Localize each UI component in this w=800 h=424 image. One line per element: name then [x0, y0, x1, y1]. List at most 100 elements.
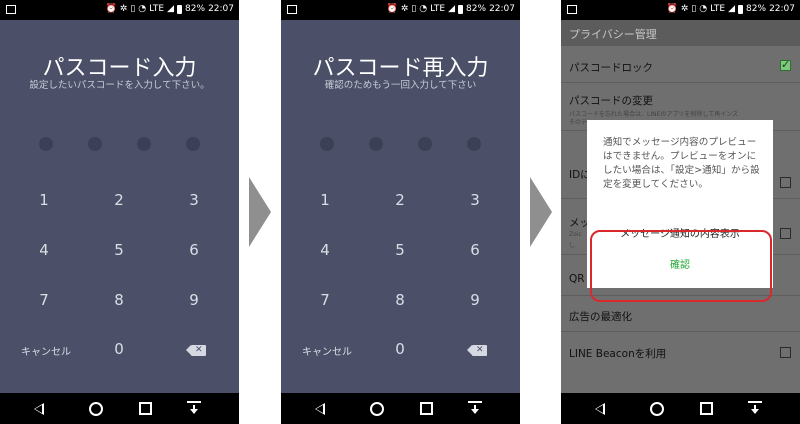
- passcode-dot: [88, 137, 102, 151]
- signal-icon: ◢: [728, 4, 736, 14]
- signal-icon: ◢: [448, 4, 456, 14]
- step-arrow-icon: [530, 177, 552, 247]
- passcode-screen: パスコード入力 設定したいパスコードを入力して下さい。 1 2 3 4 5 6 …: [0, 20, 239, 393]
- key-5[interactable]: 5: [94, 241, 144, 259]
- status-bar: ⏰ ✲ ▯ ◔ LTE ◢ 82% 22:07: [281, 0, 520, 20]
- status-bar: ⏰ ✲ ▯ ◔ LTE ◢ 82% 22:07: [561, 0, 800, 20]
- divider: [561, 331, 800, 332]
- wifi-icon: ◔: [138, 4, 147, 14]
- key-8[interactable]: 8: [375, 291, 425, 309]
- cancel-button[interactable]: キャンセル: [292, 343, 362, 358]
- passcode-lock-checkbox[interactable]: [780, 58, 791, 71]
- navigation-bar: [0, 393, 239, 424]
- message-setting-description: Zoic: [569, 231, 582, 238]
- divider: [561, 82, 800, 83]
- backspace-icon[interactable]: ✕: [467, 345, 487, 356]
- qr-setting-label[interactable]: QR: [569, 273, 585, 285]
- dialog-message: 通知でメッセージ内容のプレビューはできません。プレビューをオンにしたい場合は、「…: [603, 137, 760, 190]
- battery-percent: 82%: [746, 4, 767, 14]
- line-beacon-checkbox[interactable]: [780, 347, 791, 358]
- key-9[interactable]: 9: [450, 291, 500, 309]
- alarm-icon: ⏰: [386, 4, 398, 14]
- ad-optimization-label[interactable]: 広告の最適化: [569, 309, 632, 324]
- key-3[interactable]: 3: [450, 191, 500, 209]
- settings-notification-icon: ✲: [680, 4, 689, 14]
- recent-apps-icon[interactable]: [139, 402, 152, 415]
- privacy-settings-screen: プライバシー管理 パスコードロック パスコードの変更 パスコードを忘れた場合は、…: [561, 20, 800, 393]
- page-subtitle: 確認のためもう一回入力して下さい: [324, 80, 477, 91]
- lte-label: LTE: [430, 4, 446, 14]
- wifi-icon: ◔: [419, 4, 428, 14]
- wifi-icon: ◔: [699, 4, 708, 14]
- settings-notification-icon: ✲: [400, 4, 409, 14]
- key-4[interactable]: 4: [300, 241, 350, 259]
- alarm-icon: ⏰: [666, 4, 678, 14]
- back-icon[interactable]: [315, 403, 325, 415]
- message-setting-checkbox[interactable]: [780, 228, 791, 239]
- highlight-annotation-box: [590, 230, 772, 302]
- key-2[interactable]: 2: [375, 191, 425, 209]
- key-7[interactable]: 7: [19, 291, 69, 309]
- passcode-screen: パスコード再入力 確認のためもう一回入力して下さい 1 2 3 4 5 6 7 …: [281, 20, 520, 393]
- vibrate-icon: ▯: [411, 4, 417, 14]
- page-subtitle: 設定したいパスコードを入力して下さい。: [29, 80, 210, 91]
- vibrate-icon: ▯: [691, 4, 697, 14]
- passcode-lock-label[interactable]: パスコードロック: [569, 60, 653, 75]
- passcode-dot: [369, 137, 383, 151]
- navigation-bar: [281, 393, 520, 424]
- passcode-dot: [186, 137, 200, 151]
- passcode-change-label[interactable]: パスコードの変更: [569, 93, 653, 108]
- clock: 22:07: [208, 4, 234, 14]
- key-4[interactable]: 4: [19, 241, 69, 259]
- phone-screen-passcode-reentry: ⏰ ✲ ▯ ◔ LTE ◢ 82% 22:07 パスコード再入力 確認のためもう…: [281, 0, 520, 424]
- recent-apps-icon[interactable]: [700, 402, 713, 415]
- gallery-notification-icon: [287, 5, 297, 14]
- backspace-icon[interactable]: ✕: [186, 345, 206, 356]
- passcode-dot: [137, 137, 151, 151]
- key-8[interactable]: 8: [94, 291, 144, 309]
- message-setting-description-2: し: [569, 242, 576, 249]
- passcode-dots: [281, 137, 520, 151]
- phone-screen-passcode-entry: ⏰ ✲ ▯ ◔ LTE ◢ 82% 22:07 パスコード入力 設定したいパスコ…: [0, 0, 239, 424]
- recent-apps-icon[interactable]: [420, 402, 433, 415]
- gallery-notification-icon: [567, 5, 577, 14]
- lte-label: LTE: [149, 4, 165, 14]
- settings-header: プライバシー管理: [561, 20, 800, 46]
- back-icon[interactable]: [595, 403, 605, 415]
- key-6[interactable]: 6: [450, 241, 500, 259]
- gallery-notification-icon: [6, 5, 16, 14]
- home-icon[interactable]: [89, 402, 103, 416]
- key-0[interactable]: 0: [94, 340, 144, 358]
- id-setting-checkbox[interactable]: [780, 177, 791, 188]
- page-title: プライバシー管理: [569, 28, 657, 41]
- key-1[interactable]: 1: [300, 191, 350, 209]
- home-icon[interactable]: [650, 402, 664, 416]
- vibrate-icon: ▯: [130, 4, 136, 14]
- key-5[interactable]: 5: [375, 241, 425, 259]
- battery-percent: 82%: [185, 4, 206, 14]
- cancel-button[interactable]: キャンセル: [11, 343, 81, 358]
- key-0[interactable]: 0: [375, 340, 425, 358]
- battery-icon: [458, 5, 464, 14]
- battery-icon: [177, 5, 183, 14]
- key-2[interactable]: 2: [94, 191, 144, 209]
- key-9[interactable]: 9: [169, 291, 219, 309]
- passcode-dots: [0, 137, 239, 151]
- phone-screen-privacy-settings: ⏰ ✲ ▯ ◔ LTE ◢ 82% 22:07 プライバシー管理 パスコードロッ…: [561, 0, 800, 424]
- battery-percent: 82%: [466, 4, 487, 14]
- lte-label: LTE: [710, 4, 726, 14]
- line-beacon-label[interactable]: LINE Beaconを利用: [569, 346, 666, 361]
- passcode-dot: [467, 137, 481, 151]
- home-icon[interactable]: [370, 402, 384, 416]
- key-1[interactable]: 1: [19, 191, 69, 209]
- passcode-dot: [39, 137, 53, 151]
- navigation-bar: [561, 393, 800, 424]
- passcode-dot: [320, 137, 334, 151]
- status-bar: ⏰ ✲ ▯ ◔ LTE ◢ 82% 22:07: [0, 0, 239, 20]
- clock: 22:07: [489, 4, 515, 14]
- key-6[interactable]: 6: [169, 241, 219, 259]
- back-icon[interactable]: [34, 403, 44, 415]
- clock: 22:07: [769, 4, 795, 14]
- key-7[interactable]: 7: [300, 291, 350, 309]
- key-3[interactable]: 3: [169, 191, 219, 209]
